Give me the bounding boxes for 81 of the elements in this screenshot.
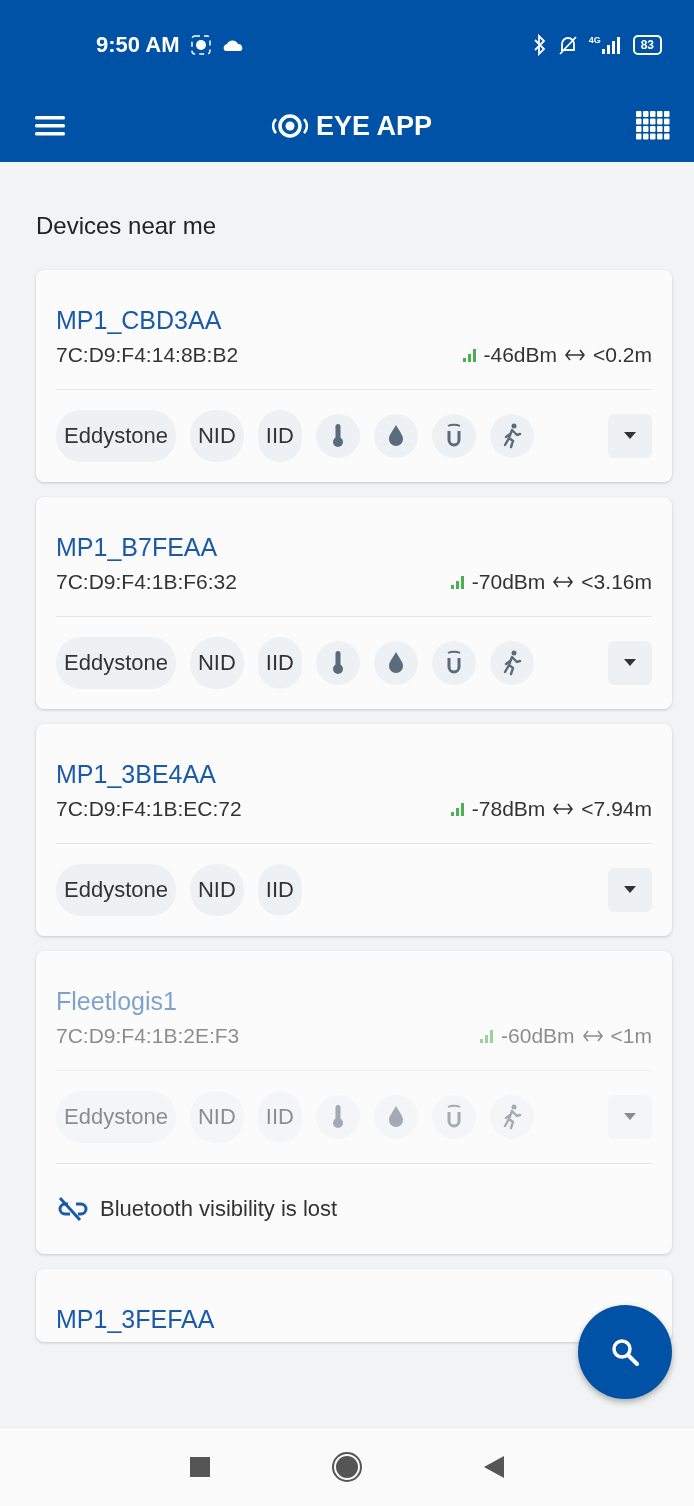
device-name: MP1_CBD3AA — [56, 305, 223, 336]
thermometer-icon — [316, 1095, 360, 1139]
device-name: Fleetlogis1 — [56, 986, 178, 1017]
double-arrow-icon — [582, 1030, 603, 1042]
beacon-tag: Eddystone — [56, 410, 176, 462]
double-arrow-icon — [565, 349, 586, 361]
device-name: MP1_3FEFAA — [56, 1304, 216, 1335]
magnet-icon — [432, 641, 476, 685]
section-title: Devices near me — [36, 211, 218, 241]
beacon-tag: Eddystone — [56, 637, 176, 689]
grid-icon[interactable] — [636, 111, 670, 141]
distance-reading: <3.16m — [581, 570, 652, 594]
distance-reading: <0.2m — [593, 343, 652, 367]
signal-strength-icon — [461, 347, 478, 363]
thermometer-icon — [316, 641, 360, 685]
battery-level: 83 — [632, 35, 662, 55]
home-icon[interactable] — [331, 1451, 363, 1483]
cell-signal-icon — [600, 35, 623, 55]
signal-strength-icon — [449, 574, 466, 590]
signal-strength-icon — [479, 1028, 496, 1044]
device-name: MP1_B7FEAA — [56, 532, 219, 563]
beacon-tag: NID — [189, 410, 244, 462]
double-arrow-icon — [553, 803, 574, 815]
search-icon — [610, 1337, 640, 1367]
beacon-tag: IID — [257, 410, 302, 462]
recents-icon[interactable] — [189, 1456, 211, 1478]
status-time: 9:50 AM — [96, 32, 180, 58]
double-arrow-icon — [553, 576, 574, 588]
magnet-icon — [432, 1095, 476, 1139]
distance-reading: <7.94m — [581, 797, 652, 821]
beacon-tag: IID — [257, 637, 302, 689]
beacon-tag: NID — [189, 864, 244, 916]
device-card[interactable]: MP1_3BE4AA 7C:D9:F4:1B:EC:72 -78dBm <7.94m Eddystone NID IID — [36, 724, 672, 936]
device-card[interactable]: MP1_3FEFAA — [36, 1269, 672, 1342]
device-card[interactable]: MP1_CBD3AA 7C:D9:F4:14:8B:B2 -46dBm <0.2m Eddystone NID IID — [36, 270, 672, 482]
signal-reading: -78dBm — [471, 797, 546, 821]
bluetooth-icon — [532, 34, 547, 56]
mac-address: 7C:D9:F4:1B:EC:72 — [56, 797, 242, 821]
broken-link-icon — [56, 1196, 90, 1222]
beacon-tag: NID — [189, 637, 244, 689]
mac-address: 7C:D9:F4:1B:F6:32 — [56, 570, 237, 594]
back-icon[interactable] — [483, 1455, 505, 1479]
beacon-tag: Eddystone — [56, 864, 176, 916]
water-drop-icon — [374, 641, 418, 685]
caret-icon — [624, 432, 636, 440]
menu-icon[interactable] — [34, 114, 66, 138]
thermometer-icon — [316, 414, 360, 458]
screen-record-icon — [189, 34, 212, 56]
expand-button[interactable] — [608, 414, 652, 458]
cloud-icon — [221, 38, 244, 52]
water-drop-icon — [374, 414, 418, 458]
status-message: Bluetooth visibility is lost — [100, 1196, 338, 1222]
app-title: EYE APP — [315, 110, 432, 142]
running-person-icon — [490, 414, 534, 458]
caret-icon — [624, 659, 636, 667]
signal-strength-icon — [449, 801, 466, 817]
signal-reading: -70dBm — [471, 570, 546, 594]
search-button[interactable] — [578, 1305, 672, 1399]
running-person-icon — [490, 641, 534, 685]
muted-bell-icon — [556, 34, 579, 56]
expand-button[interactable] — [608, 868, 652, 912]
network-type: 4G — [588, 35, 601, 45]
device-card[interactable]: Fleetlogis1 7C:D9:F4:1B:2E:F3 -60dBm <1m Eddystone NID IID Bluetooth visibility is lost — [36, 951, 672, 1254]
device-card[interactable]: MP1_B7FEAA 7C:D9:F4:1B:F6:32 -70dBm <3.16m Eddystone NID IID — [36, 497, 672, 709]
water-drop-icon — [374, 1095, 418, 1139]
beacon-tag: IID — [257, 864, 302, 916]
mac-address: 7C:D9:F4:1B:2E:F3 — [56, 1024, 240, 1048]
beacon-tag: NID — [189, 1091, 244, 1143]
signal-reading: -60dBm — [501, 1024, 575, 1048]
expand-button[interactable] — [608, 641, 652, 685]
signal-reading: -46dBm — [483, 343, 558, 367]
caret-icon — [624, 1113, 636, 1121]
beacon-tag: Eddystone — [56, 1091, 176, 1143]
eye-logo-icon — [269, 111, 310, 141]
running-person-icon — [490, 1095, 534, 1139]
device-name: MP1_3BE4AA — [56, 759, 217, 790]
distance-reading: <1m — [610, 1024, 652, 1048]
mac-address: 7C:D9:F4:14:8B:B2 — [56, 343, 239, 367]
caret-icon — [624, 886, 636, 894]
magnet-icon — [432, 414, 476, 458]
beacon-tag: IID — [257, 1091, 302, 1143]
